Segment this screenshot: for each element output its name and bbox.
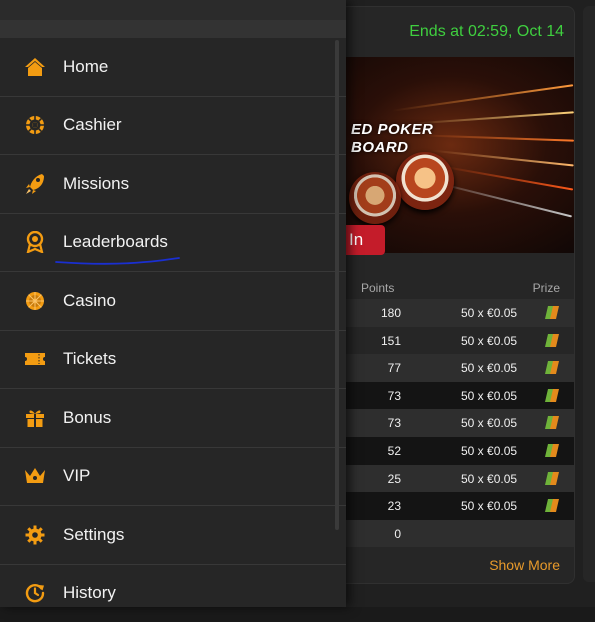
points-cell: 25 bbox=[371, 472, 401, 486]
prize-cell: 50 x €0.05 bbox=[461, 389, 517, 403]
menu-item-tickets[interactable]: Tickets bbox=[0, 331, 346, 390]
prize-column-header: Prize bbox=[533, 281, 560, 295]
menu-item-label: Casino bbox=[63, 291, 116, 311]
drawer-menu: Home Cashier Missions Leaderboards bbox=[0, 38, 346, 622]
ticket-icon bbox=[544, 333, 560, 348]
menu-item-label: Missions bbox=[63, 174, 129, 194]
menu-item-label: VIP bbox=[63, 466, 90, 486]
ticket-icon bbox=[23, 347, 47, 371]
menu-item-label: Tickets bbox=[63, 349, 116, 369]
side-drawer: Home Cashier Missions Leaderboards bbox=[0, 0, 346, 607]
menu-item-label: Cashier bbox=[63, 115, 122, 135]
prize-cell: 50 x €0.05 bbox=[461, 472, 517, 486]
wheel-icon bbox=[23, 113, 47, 137]
prize-cell: 50 x €0.05 bbox=[461, 444, 517, 458]
menu-item-label: Settings bbox=[63, 525, 124, 545]
points-cell: 0 bbox=[371, 527, 401, 541]
menu-item-label: Leaderboards bbox=[63, 232, 168, 252]
prize-cell: 50 x €0.05 bbox=[461, 306, 517, 320]
points-cell: 73 bbox=[371, 389, 401, 403]
poker-chip-image bbox=[349, 172, 401, 224]
points-cell: 77 bbox=[371, 361, 401, 375]
ribbon-award-icon bbox=[23, 230, 47, 254]
menu-item-cashier[interactable]: Cashier bbox=[0, 97, 346, 156]
menu-item-label: History bbox=[63, 583, 116, 603]
points-cell: 180 bbox=[371, 306, 401, 320]
menu-item-vip[interactable]: VIP bbox=[0, 448, 346, 507]
menu-item-casino[interactable]: Casino bbox=[0, 272, 346, 331]
menu-item-home[interactable]: Home bbox=[0, 38, 346, 97]
next-card-edge bbox=[583, 6, 595, 582]
ticket-icon bbox=[544, 388, 560, 403]
ticket-icon bbox=[544, 360, 560, 375]
ticket-icon bbox=[544, 498, 560, 513]
prize-cell: 50 x €0.05 bbox=[461, 416, 517, 430]
points-cell: 73 bbox=[371, 416, 401, 430]
gear-icon bbox=[23, 523, 47, 547]
ticket-icon bbox=[544, 471, 560, 486]
banner-title-line2: BOARD bbox=[351, 139, 409, 156]
home-icon bbox=[23, 55, 47, 79]
rocket-icon bbox=[23, 172, 47, 196]
menu-item-history[interactable]: History bbox=[0, 565, 346, 622]
menu-item-missions[interactable]: Missions bbox=[0, 155, 346, 214]
handwritten-underline bbox=[55, 256, 181, 266]
gift-icon bbox=[23, 406, 47, 430]
prize-cell: 50 x €0.05 bbox=[461, 361, 517, 375]
drawer-scrollbar[interactable] bbox=[335, 40, 339, 530]
history-icon bbox=[23, 581, 47, 605]
ticket-icon bbox=[544, 305, 560, 320]
ends-at-label: Ends at 02:59, Oct 14 bbox=[409, 23, 564, 41]
prize-cell: 50 x €0.05 bbox=[461, 499, 517, 513]
menu-item-bonus[interactable]: Bonus bbox=[0, 389, 346, 448]
crown-icon bbox=[23, 464, 47, 488]
ticket-icon bbox=[544, 443, 560, 458]
roulette-icon bbox=[23, 289, 47, 313]
banner-title-line1: ED POKER bbox=[351, 121, 433, 138]
menu-item-label: Home bbox=[63, 57, 108, 77]
poker-chip-image bbox=[396, 152, 454, 210]
points-cell: 52 bbox=[371, 444, 401, 458]
points-column-header: Points bbox=[361, 281, 394, 295]
menu-item-leaderboards[interactable]: Leaderboards bbox=[0, 214, 346, 273]
points-cell: 151 bbox=[371, 334, 401, 348]
points-cell: 23 bbox=[371, 499, 401, 513]
drawer-header-strip bbox=[0, 20, 346, 38]
ticket-icon bbox=[544, 415, 560, 430]
menu-item-label: Bonus bbox=[63, 408, 111, 428]
prize-cell: 50 x €0.05 bbox=[461, 334, 517, 348]
menu-item-settings[interactable]: Settings bbox=[0, 506, 346, 565]
drawer-top-bar bbox=[0, 0, 346, 20]
show-more-link[interactable]: Show More bbox=[489, 557, 560, 573]
